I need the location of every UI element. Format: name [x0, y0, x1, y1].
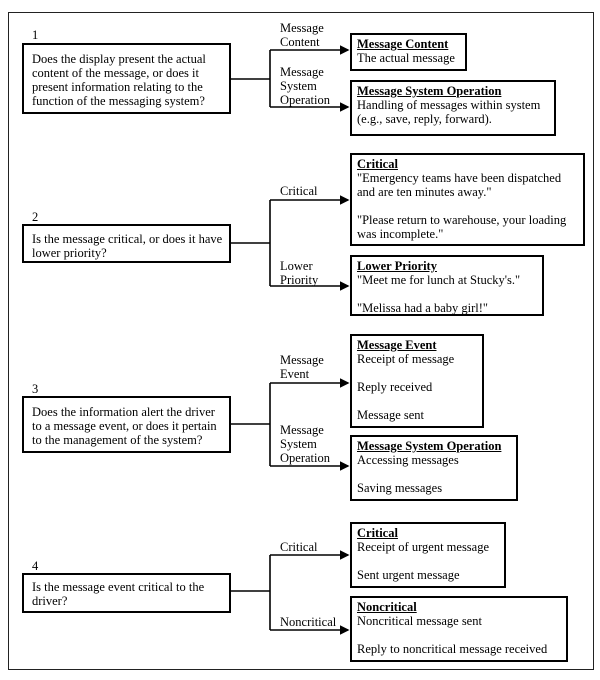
outcome-item: "Emergency teams have been dispatched an… [357, 171, 562, 199]
question-box: Is the message critical, or does it have… [22, 224, 231, 263]
branch-label: Message System Operation [280, 65, 330, 107]
outcome-box: Lower Priority "Meet me for lunch at Stu… [350, 255, 544, 316]
outcome-box: Message Event Receipt of message Reply r… [350, 334, 484, 428]
branch-label: Message Event [280, 353, 324, 381]
branch-label: Critical [280, 540, 318, 554]
branch-label: Message System Operation [280, 423, 330, 465]
outcome-title: Message Content [357, 37, 449, 51]
outcome-box: Critical Receipt of urgent message Sent … [350, 522, 506, 588]
outcome-item: "Melissa had a baby girl!" [357, 301, 489, 315]
outcome-title: Lower Priority [357, 259, 437, 273]
question-box: Does the information alert the driver to… [22, 396, 231, 453]
branch-label: Message Content [280, 21, 324, 49]
outcome-box: Noncritical Noncritical message sent Rep… [350, 596, 568, 662]
outcome-title: Message System Operation [357, 439, 502, 453]
branch-label: Noncritical [280, 615, 337, 629]
section-number: 1 [32, 28, 39, 42]
outcome-title: Message Event [357, 338, 437, 352]
outcome-box: Message Content The actual message [350, 33, 467, 71]
outcome-item: "Meet me for lunch at Stucky's." [357, 273, 521, 287]
outcome-box: Message System Operation Handling of mes… [350, 80, 556, 136]
outcome-item: Reply received [357, 380, 433, 394]
outcome-item: Saving messages [357, 481, 443, 495]
section-number: 4 [32, 559, 39, 573]
question-box: Is the message event critical to the dri… [22, 573, 231, 613]
outcome-title: Noncritical [357, 600, 417, 614]
outcome-item: Reply to noncritical message received [357, 642, 548, 656]
outcome-title: Critical [357, 157, 398, 171]
branch-label: Critical [280, 184, 318, 198]
section-number: 2 [32, 210, 39, 224]
question-box: Does the display present the actual cont… [22, 43, 231, 114]
outcome-title: Message System Operation [357, 84, 502, 98]
branch-label: Lower Priority [280, 259, 319, 287]
outcome-item: Receipt of message [357, 352, 455, 366]
outcome-item: The actual message [357, 51, 455, 65]
section-number: 3 [32, 382, 39, 396]
outcome-item: Sent urgent message [357, 568, 460, 582]
outcome-item: Receipt of urgent message [357, 540, 490, 554]
outcome-item: Handling of messages within system (e.g.… [357, 98, 541, 126]
outcome-box: Critical "Emergency teams have been disp… [350, 153, 585, 246]
outcome-title: Critical [357, 526, 398, 540]
outcome-item: Noncritical message sent [357, 614, 482, 628]
outcome-box: Message System Operation Accessing messa… [350, 435, 518, 501]
outcome-item: Message sent [357, 408, 424, 422]
outcome-item: "Please return to warehouse, your loadin… [357, 213, 567, 241]
outcome-item: Accessing messages [357, 453, 459, 467]
